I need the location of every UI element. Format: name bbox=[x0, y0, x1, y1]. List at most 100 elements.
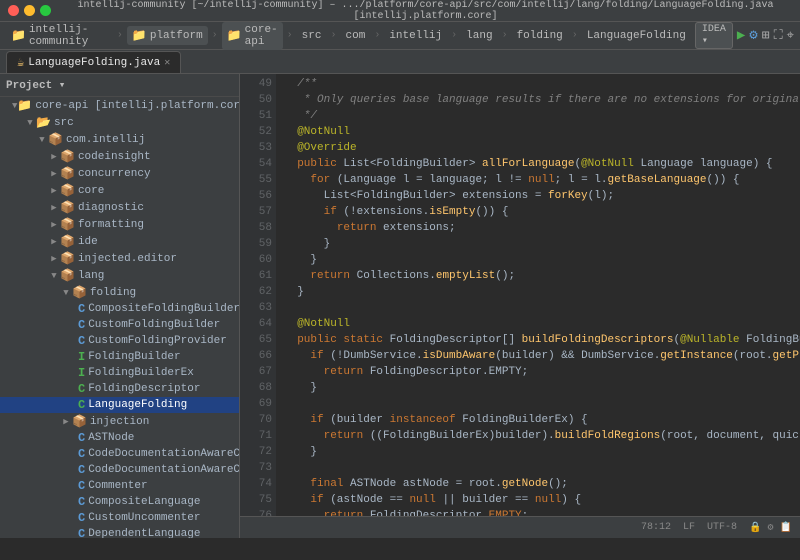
nav-platform[interactable]: 📁 platform bbox=[127, 26, 208, 45]
main-area: Project ▾ ▼ 📁 core-api [intellij.platfor… bbox=[0, 74, 800, 538]
tree-label-dependentlang: DependentLanguage bbox=[88, 528, 200, 538]
tab-bar: ☕ LanguageFolding.java ✕ bbox=[0, 50, 800, 74]
line-numbers: 49 50 51 52 53 54 55 56 57 58 59 60 61 6… bbox=[240, 74, 276, 516]
code-line-68: } bbox=[284, 380, 792, 396]
minimize-button[interactable] bbox=[24, 5, 35, 16]
line-ending: LF bbox=[683, 522, 695, 533]
status-bar: 78:12 LF UTF-8 🔒 ⚙ 📋 bbox=[240, 516, 800, 538]
tree-label-ide: ide bbox=[78, 236, 98, 248]
interface-icon-fb: I bbox=[78, 350, 85, 364]
tree-item-codedoc1[interactable]: C CodeDocumentationAwareCo... bbox=[0, 446, 239, 462]
close-button[interactable] bbox=[8, 5, 19, 16]
class-icon-custom: C bbox=[78, 318, 85, 332]
project-label: Project ▾ bbox=[6, 78, 65, 92]
tree-label-formatting: formatting bbox=[78, 219, 144, 231]
tree-item-dependentlang[interactable]: C DependentLanguage bbox=[0, 526, 239, 538]
idea-button[interactable]: IDEA ▾ bbox=[695, 22, 733, 49]
tab-languagefolding[interactable]: ☕ LanguageFolding.java ✕ bbox=[6, 51, 181, 73]
tree-item-folding[interactable]: ▼ 📦 folding bbox=[0, 284, 239, 301]
code-content[interactable]: /** * Only queries base language results… bbox=[276, 74, 800, 516]
tree-item-compositelanguage[interactable]: C CompositeLanguage bbox=[0, 494, 239, 510]
tab-close-button[interactable]: ✕ bbox=[164, 57, 170, 69]
tree-item-core[interactable]: ▶ 📦 core bbox=[0, 182, 239, 199]
tree-item-com-intellij[interactable]: ▼ 📦 com.intellij bbox=[0, 131, 239, 148]
maximize-button[interactable] bbox=[40, 5, 51, 16]
tree-item-injected-editor[interactable]: ▶ 📦 injected.editor bbox=[0, 250, 239, 267]
class-icon-compositelang: C bbox=[78, 495, 85, 509]
code-line-58: return extensions; bbox=[284, 220, 792, 236]
tree-label-concurrency: concurrency bbox=[78, 168, 151, 180]
tree-item-languagefolding[interactable]: C LanguageFolding bbox=[0, 397, 239, 413]
tree-label-core: core bbox=[78, 185, 104, 197]
code-line-49: /** bbox=[284, 76, 792, 92]
tree-item-commenter[interactable]: C Commenter bbox=[0, 478, 239, 494]
run-button[interactable]: ▶ bbox=[737, 27, 745, 44]
tree-item-composite-folding[interactable]: C CompositeFoldingBuilder bbox=[0, 301, 239, 317]
code-line-55: for (Language l = language; l != null; l… bbox=[284, 172, 792, 188]
tree-item-astnode[interactable]: C ASTNode bbox=[0, 430, 239, 446]
nav-label-core-api: core-api bbox=[245, 24, 278, 48]
pkg-icon-core: 📦 bbox=[60, 183, 75, 198]
tree-label-foldingbuilder-ex: FoldingBuilderEx bbox=[88, 367, 194, 379]
nav-bar: 📁 intellij-community › 📁 platform › 📁 co… bbox=[0, 22, 800, 50]
tree-label-commenter: Commenter bbox=[88, 480, 147, 492]
code-line-54: public List<FoldingBuilder> allForLangua… bbox=[284, 156, 792, 172]
project-icon: 📁 bbox=[11, 28, 26, 43]
window-controls[interactable] bbox=[8, 5, 51, 16]
tree-item-ide[interactable]: ▶ 📦 ide bbox=[0, 233, 239, 250]
tree-item-foldingbuilder[interactable]: I FoldingBuilder bbox=[0, 349, 239, 365]
nav-lang[interactable]: lang bbox=[461, 28, 497, 44]
interface-icon-fbex: I bbox=[78, 366, 85, 380]
code-line-53: @Override bbox=[284, 140, 792, 156]
code-line-59: } bbox=[284, 236, 792, 252]
nav-languagefolding[interactable]: LanguageFolding bbox=[582, 28, 691, 44]
pkg-icon-concurrency: 📦 bbox=[60, 166, 75, 181]
nav-right: IDEA ▾ ▶ ⚙ ⊞ ⛶ ⌖ bbox=[695, 22, 794, 49]
tree-item-formatting[interactable]: ▶ 📦 formatting bbox=[0, 216, 239, 233]
status-right: 78:12 LF UTF-8 🔒 ⚙ 📋 bbox=[641, 522, 792, 534]
tool-button-1[interactable]: ⊞ bbox=[762, 28, 770, 43]
platform-icon: 📁 bbox=[132, 28, 147, 43]
code-area: 49 50 51 52 53 54 55 56 57 58 59 60 61 6… bbox=[240, 74, 800, 516]
tool-button-2[interactable]: ⛶ bbox=[774, 28, 783, 43]
tree-item-foldingdescriptor[interactable]: C FoldingDescriptor bbox=[0, 381, 239, 397]
nav-intellij-community[interactable]: 📁 intellij-community bbox=[6, 22, 113, 50]
tree-label-customuncommenter: CustomUncommenter bbox=[88, 512, 200, 524]
nav-label-intellij-community: intellij-community bbox=[29, 24, 108, 48]
tree-item-codeinsight[interactable]: ▶ 📦 codeinsight bbox=[0, 148, 239, 165]
code-line-57: if (!extensions.isEmpty()) { bbox=[284, 204, 792, 220]
nav-folding[interactable]: folding bbox=[512, 28, 568, 44]
nav-com[interactable]: com bbox=[341, 28, 371, 44]
tree-label-lang: lang bbox=[78, 270, 104, 282]
tree-item-customuncommenter[interactable]: C CustomUncommenter bbox=[0, 510, 239, 526]
tree-item-custom-provider[interactable]: C CustomFoldingProvider bbox=[0, 333, 239, 349]
tree-item-src[interactable]: ▼ 📂 src bbox=[0, 114, 239, 131]
tree-item-foldingbuilder-ex[interactable]: I FoldingBuilderEx bbox=[0, 365, 239, 381]
tree-label-folding: folding bbox=[90, 287, 136, 299]
tree-label-custom: CustomFoldingBuilder bbox=[88, 319, 220, 331]
class-icon-customprovider: C bbox=[78, 334, 85, 348]
nav-core-api[interactable]: 📁 core-api bbox=[222, 22, 283, 50]
class-icon-fd: C bbox=[78, 382, 85, 396]
tree-label-injection: injection bbox=[90, 416, 149, 428]
nav-src[interactable]: src bbox=[297, 28, 327, 44]
code-line-51: */ bbox=[284, 108, 792, 124]
nav-sep-4: › bbox=[330, 30, 336, 41]
code-line-71: return ((FoldingBuilderEx)builder).build… bbox=[284, 428, 792, 444]
tree-label-astnode: ASTNode bbox=[88, 432, 134, 444]
tree-item-injection[interactable]: ▶ 📦 injection bbox=[0, 413, 239, 430]
tree-item-concurrency[interactable]: ▶ 📦 concurrency bbox=[0, 165, 239, 182]
sidebar: Project ▾ ▼ 📁 core-api [intellij.platfor… bbox=[0, 74, 240, 538]
debug-button[interactable]: ⚙ bbox=[749, 27, 757, 44]
tree-item-diagnostic[interactable]: ▶ 📦 diagnostic bbox=[0, 199, 239, 216]
tree-item-codedoc2[interactable]: C CodeDocumentationAwareCo... bbox=[0, 462, 239, 478]
tree-item-lang[interactable]: ▼ 📦 lang bbox=[0, 267, 239, 284]
tree-item-core-api[interactable]: ▼ 📁 core-api [intellij.platform.core] bbox=[0, 97, 239, 114]
tree-label-core-api: core-api [intellij.platform.core] bbox=[35, 100, 239, 112]
nav-intellij[interactable]: intellij bbox=[384, 28, 447, 44]
tree-item-custom-folding[interactable]: C CustomFoldingBuilder bbox=[0, 317, 239, 333]
code-line-76: return FoldingDescriptor.EMPTY; bbox=[284, 508, 792, 516]
class-icon-commenter: C bbox=[78, 479, 85, 493]
tool-button-3[interactable]: ⌖ bbox=[787, 28, 794, 43]
class-icon-composite: C bbox=[78, 302, 85, 316]
